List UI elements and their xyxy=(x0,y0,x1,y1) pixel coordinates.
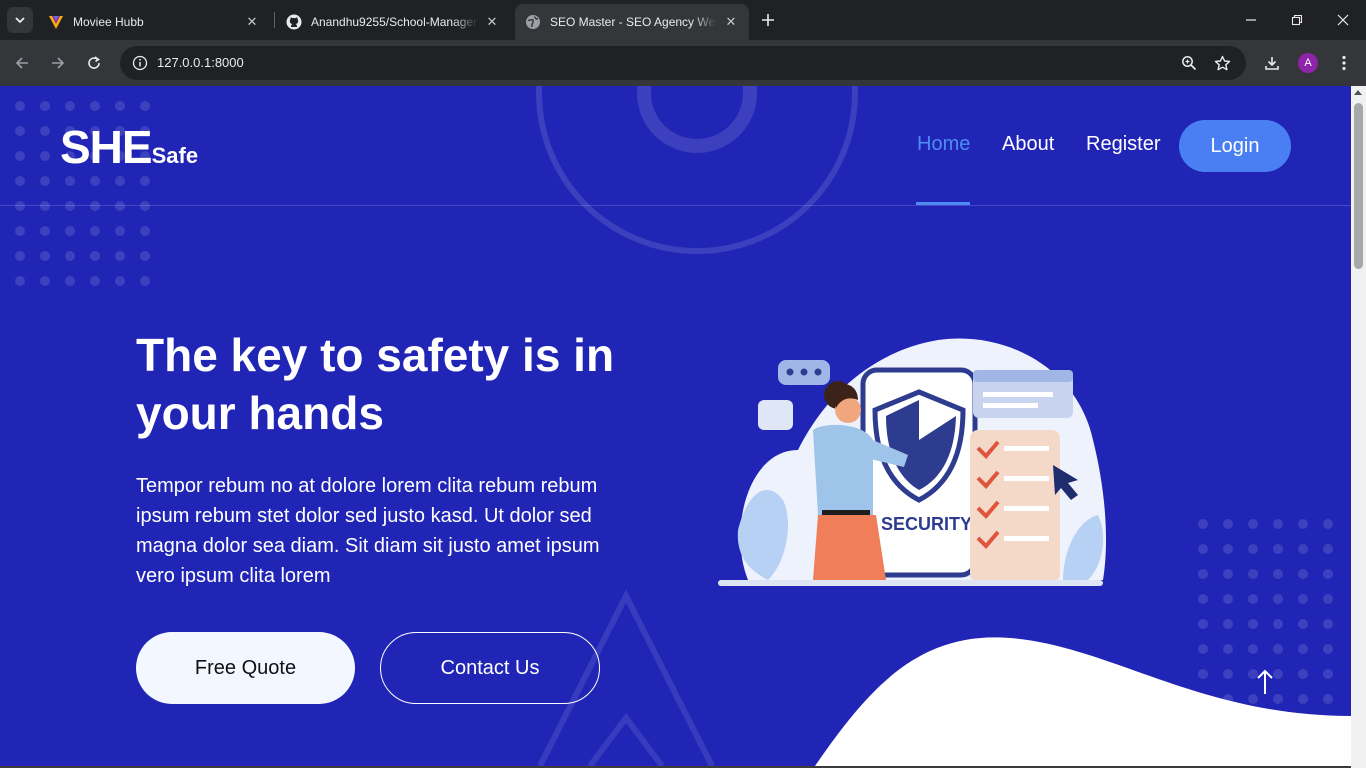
back-to-top-button[interactable] xyxy=(1245,662,1285,702)
close-icon[interactable]: ✕ xyxy=(484,14,500,30)
more-vertical-icon xyxy=(1342,55,1346,71)
page-scrollbar[interactable] xyxy=(1351,86,1366,768)
browser-toolbar: 127.0.0.1:8000 xyxy=(0,40,1366,86)
tab-moviee-hubb[interactable]: Moviee Hubb ✕ xyxy=(38,4,270,40)
login-button[interactable]: Login xyxy=(1179,120,1291,172)
scroll-up-arrow[interactable] xyxy=(1354,90,1362,95)
restore-icon xyxy=(1291,14,1303,26)
hero-description: Tempor rebum no at dolore lorem clita re… xyxy=(136,475,600,587)
arrow-right-icon xyxy=(52,57,65,69)
url-text: 127.0.0.1:8000 xyxy=(157,55,244,70)
tab-title: Moviee Hubb xyxy=(73,15,144,29)
new-tab-button[interactable] xyxy=(756,8,780,32)
nav-home[interactable]: Home xyxy=(917,133,970,156)
zoom-icon xyxy=(1182,56,1197,71)
brand-logo[interactable]: SHESafe xyxy=(60,120,198,174)
chevron-down-icon xyxy=(15,17,25,24)
close-icon xyxy=(1337,14,1349,26)
page-viewport: SHESafe Home About Register Login The ke… xyxy=(0,86,1351,766)
nav-register[interactable]: Register xyxy=(1086,133,1160,156)
minimize-icon xyxy=(1246,19,1256,21)
tab-strip: Moviee Hubb ✕ Anandhu9255/School-Managem… xyxy=(0,0,1366,40)
reload-button[interactable] xyxy=(82,51,106,75)
site-info-button[interactable] xyxy=(128,51,152,75)
star-icon xyxy=(1214,55,1230,70)
close-window-button[interactable] xyxy=(1320,0,1366,40)
tab-seo-master[interactable]: SEO Master - SEO Agency Website ✕ xyxy=(515,4,749,40)
github-icon xyxy=(286,14,302,30)
hero-title: The key to safety is in your hands xyxy=(136,329,615,439)
tab-github[interactable]: Anandhu9255/School-Management ✕ xyxy=(276,4,510,40)
contact-us-button[interactable]: Contact Us xyxy=(380,632,600,704)
info-icon xyxy=(132,55,148,71)
minimize-button[interactable] xyxy=(1228,0,1274,40)
forward-button[interactable] xyxy=(46,51,70,75)
browser-menu-button[interactable] xyxy=(1332,51,1356,75)
zoom-button[interactable] xyxy=(1179,53,1199,73)
nav-divider xyxy=(0,205,1351,206)
reload-icon xyxy=(88,56,100,69)
nav-about[interactable]: About xyxy=(1002,133,1054,156)
brand-sub: Safe xyxy=(151,143,199,168)
free-quote-button[interactable]: Free Quote xyxy=(136,632,355,704)
security-illustration: SECURITY xyxy=(718,338,1106,586)
back-button[interactable] xyxy=(10,51,34,75)
illustration-label: SECURITY xyxy=(881,514,972,534)
tab-title: SEO Master - SEO Agency Website xyxy=(550,15,717,29)
moviee-hubb-icon xyxy=(48,14,64,30)
restore-button[interactable] xyxy=(1274,0,1320,40)
arrow-up-icon xyxy=(1257,669,1273,694)
close-icon[interactable]: ✕ xyxy=(723,14,739,30)
address-bar[interactable]: 127.0.0.1:8000 xyxy=(120,46,1246,80)
download-icon xyxy=(1265,57,1279,70)
globe-icon xyxy=(525,14,541,30)
brand-main: SHE xyxy=(60,121,153,173)
bookmark-button[interactable] xyxy=(1212,53,1232,73)
profile-avatar[interactable]: A xyxy=(1298,53,1318,73)
arrow-left-icon xyxy=(15,57,28,69)
plus-icon xyxy=(762,14,774,26)
tab-title: Anandhu9255/School-Management xyxy=(311,15,478,29)
tab-search-button[interactable] xyxy=(7,7,33,33)
close-icon[interactable]: ✕ xyxy=(244,14,260,30)
scrollbar-thumb[interactable] xyxy=(1354,103,1363,269)
tab-divider xyxy=(274,12,275,28)
downloads-button[interactable] xyxy=(1260,51,1284,75)
